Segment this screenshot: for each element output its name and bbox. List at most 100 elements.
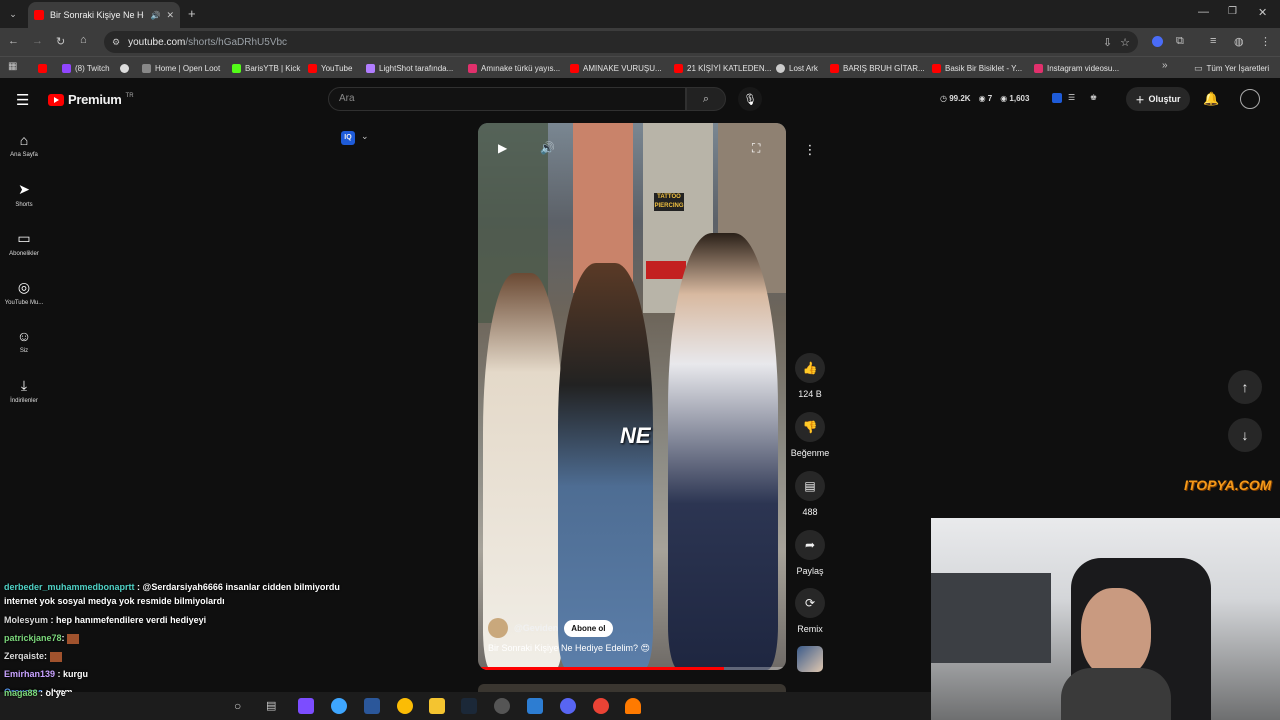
sidebar-item-subscriptions[interactable]: ▭ Abonelikler xyxy=(0,230,48,257)
play-icon[interactable]: ▶ xyxy=(498,141,507,155)
task-view-icon[interactable]: ▤ xyxy=(266,699,276,712)
trophy-icon[interactable]: ♚ xyxy=(1090,93,1097,102)
steam-icon[interactable] xyxy=(461,698,477,714)
app-icon[interactable] xyxy=(527,698,543,714)
sidebar-item-youtube-music[interactable]: ◎ YouTube Mu... xyxy=(0,279,48,306)
share-button[interactable]: ➦ Paylaş xyxy=(790,530,830,576)
new-tab-icon[interactable]: + xyxy=(188,6,196,21)
sidebar-item-downloads[interactable]: ⤓ İndirilenler xyxy=(0,377,48,404)
extension-icon[interactable] xyxy=(1152,36,1163,47)
tab-search-icon[interactable]: ⌄ xyxy=(6,7,20,21)
reload-icon[interactable]: ↻ xyxy=(56,35,65,48)
bookmark-item[interactable]: Instagram videosu... xyxy=(1034,61,1119,75)
next-short-preview[interactable] xyxy=(478,684,786,692)
active-tab[interactable]: Bir Sonraki Kişiye Ne Hediy... 🔊 ✕ xyxy=(28,2,180,28)
site-info-icon[interactable]: ⚙ xyxy=(112,37,120,48)
back-icon[interactable]: ← xyxy=(8,35,19,47)
search-circle-icon[interactable]: ○ xyxy=(234,699,241,713)
forward-icon[interactable]: → xyxy=(32,35,43,47)
home-icon: ⌂ xyxy=(19,132,29,148)
chrome-active-icon[interactable] xyxy=(593,698,609,714)
app-icon[interactable] xyxy=(625,698,641,714)
arrow-down-icon: ↓ xyxy=(1241,427,1249,443)
speaker-icon[interactable]: 🔊 xyxy=(150,11,160,20)
bookmark-favicon-icon xyxy=(674,63,683,73)
bookmark-item[interactable]: Basik Bir Bisiklet - Y... xyxy=(932,61,1022,75)
channel-avatar[interactable] xyxy=(488,618,508,638)
share-icon: ➦ xyxy=(795,530,825,560)
dislike-button[interactable]: 👎 Beğenme xyxy=(790,412,830,458)
search-input[interactable]: Ara xyxy=(328,87,686,111)
create-button[interactable]: ＋ Oluştur xyxy=(1126,87,1190,111)
youtube-logo[interactable]: Premium TR xyxy=(48,92,134,107)
app-icon[interactable] xyxy=(494,698,510,714)
fullscreen-icon[interactable]: ⛶ xyxy=(752,141,760,156)
tab-close-icon[interactable]: ✕ xyxy=(166,10,174,21)
chrome-icon[interactable] xyxy=(397,698,413,714)
app-icon[interactable] xyxy=(298,698,314,714)
sidebar-item-you[interactable]: ☺ Siz xyxy=(0,328,48,354)
bookmark-star-icon[interactable]: ☆ xyxy=(1120,36,1130,49)
bookmark-item[interactable]: LightShot tarafında... xyxy=(366,61,453,75)
bookmark-item[interactable]: Lost Ark xyxy=(776,61,818,75)
bookmark-item[interactable]: BARIŞ BRUH GİTAR... xyxy=(830,61,925,75)
search-button[interactable]: ⌕ xyxy=(686,87,726,111)
all-bookmarks[interactable]: ▭ Tüm Yer İşaretleri xyxy=(1194,61,1269,75)
install-app-icon[interactable]: ⇩ xyxy=(1103,36,1112,49)
webcam-streamer-body xyxy=(1061,668,1171,720)
bookmark-item[interactable]: AMINAKE VURUŞU... xyxy=(570,61,662,75)
chat-user: Zerqaiste xyxy=(4,651,45,661)
app-icon[interactable] xyxy=(364,698,380,714)
media-control-icon[interactable]: ≡ xyxy=(1210,35,1216,47)
restore-icon[interactable]: ❐ xyxy=(1228,6,1237,17)
bookmark-item[interactable]: (8) Twitch xyxy=(62,61,110,75)
url-path: /shorts/hGaDRhU5Vbc xyxy=(185,36,288,48)
more-options-icon[interactable]: ⋮ xyxy=(802,142,818,158)
apps-grid-icon[interactable]: ▦ xyxy=(8,61,17,72)
home-icon[interactable]: ⌂ xyxy=(80,34,87,46)
chat-text: : ol'ye xyxy=(40,688,66,698)
bookmark-item[interactable]: YouTube xyxy=(308,61,352,75)
sidebar-item-shorts[interactable]: ➤ Shorts xyxy=(0,181,48,208)
extensions-puzzle-icon[interactable]: ⧉ xyxy=(1176,35,1184,48)
window-close-icon[interactable]: ✕ xyxy=(1258,6,1267,19)
hamburger-menu-icon[interactable]: ☰ xyxy=(16,91,29,109)
like-button[interactable]: 👍 124 B xyxy=(790,353,830,399)
sound-thumbnail[interactable] xyxy=(797,646,823,672)
next-short-button[interactable]: ↓ xyxy=(1228,418,1262,452)
previous-short-button[interactable]: ↑ xyxy=(1228,370,1262,404)
notifications-bell-icon[interactable]: 🔔 xyxy=(1203,91,1219,107)
video-progress-bar[interactable] xyxy=(478,667,786,670)
chevron-down-icon[interactable]: ⌄ xyxy=(361,131,369,142)
subscribe-button[interactable]: Abone ol xyxy=(564,619,613,637)
subscriptions-icon: ▭ xyxy=(17,230,31,246)
minimize-icon[interactable]: — xyxy=(1198,6,1209,18)
list-icon[interactable]: ☰ xyxy=(1068,93,1075,102)
video-caption[interactable]: Bir Sonraki Kişiye Ne Hediye Edelim? 😍 xyxy=(488,643,650,654)
bookmark-item[interactable]: 21 KİŞİYİ KATLEDEN... xyxy=(674,61,771,75)
remix-button[interactable]: ⟳ Remix xyxy=(790,588,830,634)
voice-search-button[interactable]: 🎙 xyxy=(738,87,762,111)
profile-icon[interactable]: ◍ xyxy=(1234,35,1244,48)
menu-kebab-icon[interactable]: ⋮ xyxy=(1260,35,1271,48)
sidebar-item-home[interactable]: ⌂ Ana Sayfa xyxy=(0,132,48,158)
bookmark-item[interactable] xyxy=(120,61,129,75)
folder-icon[interactable] xyxy=(429,698,445,714)
channel-name[interactable]: @Geviden xyxy=(514,623,558,633)
discord-icon[interactable] xyxy=(560,698,576,714)
bookmark-item[interactable]: BarisYTB | Kick xyxy=(232,61,300,75)
comments-button[interactable]: ▤ 488 xyxy=(790,471,830,517)
extension-badge-icon[interactable] xyxy=(1052,93,1062,103)
extension-iq-icon[interactable]: IQ xyxy=(341,131,355,145)
volume-icon[interactable]: 🔊 xyxy=(540,141,555,155)
avatar[interactable] xyxy=(1240,89,1260,109)
app-icon[interactable] xyxy=(331,698,347,714)
bookmark-item[interactable]: Amınake türkü yayıs... xyxy=(468,61,560,75)
sidebar-item-label: YouTube Mu... xyxy=(4,300,44,306)
bookmark-item[interactable] xyxy=(38,61,47,75)
address-bar[interactable]: ⚙ youtube.com/shorts/hGaDRhU5Vbc ⇩ ☆ xyxy=(104,31,1138,53)
mic-icon: 🎙 xyxy=(743,93,757,106)
bookmark-item[interactable]: Home | Open Loot xyxy=(142,61,220,75)
shorts-video-player[interactable]: TATTOO PIERCING NE ▶ 🔊 ⛶ @Geviden Abone … xyxy=(478,123,786,670)
more-bookmarks-icon[interactable]: » xyxy=(1162,60,1168,71)
